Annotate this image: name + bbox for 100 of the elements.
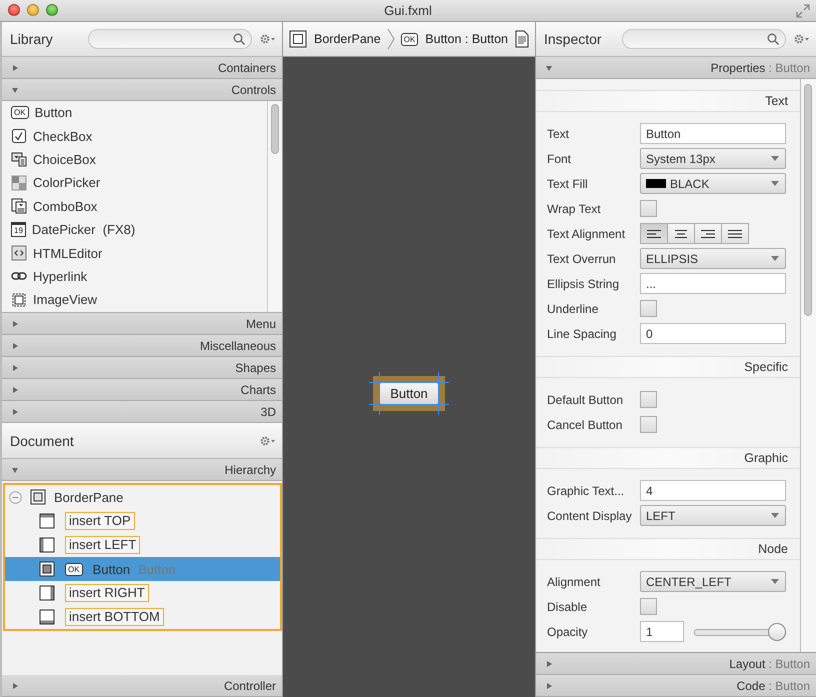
text-field[interactable]: 1 <box>640 621 684 642</box>
dropdown[interactable]: LEFT <box>640 505 786 526</box>
dropdown[interactable]: CENTER_LEFT <box>640 571 786 592</box>
tree-item[interactable]: insert LEFT <box>5 533 280 557</box>
checkbox[interactable] <box>640 598 657 615</box>
library-item[interactable]: ComboBox <box>2 194 267 218</box>
checkbox[interactable] <box>640 416 657 433</box>
group-title: Graphic <box>744 451 788 465</box>
text-field[interactable]: 0 <box>640 323 786 344</box>
library-item-label: ChoiceBox <box>33 152 96 167</box>
zoom-button[interactable] <box>46 4 58 16</box>
breadcrumb-item[interactable]: OK Button : Button <box>400 32 508 46</box>
library-item-label: ColorPicker <box>33 175 100 190</box>
scrollbar[interactable] <box>267 101 282 312</box>
inspector-section-header[interactable]: Properties : Button <box>536 57 816 79</box>
tree-item[interactable]: insert BOTTOM <box>5 605 280 629</box>
library-item[interactable]: 19 DatePicker (FX8) <box>2 218 267 242</box>
collapse-icon[interactable] <box>9 490 22 504</box>
alignment-button[interactable] <box>667 223 695 244</box>
text-field[interactable]: 4 <box>640 480 786 501</box>
document-section-header[interactable]: Controller <box>2 675 282 697</box>
choice-box-icon <box>11 151 27 168</box>
text-field[interactable]: Button <box>640 123 786 144</box>
dropdown[interactable]: System 13px <box>640 148 786 169</box>
section-label: Miscellaneous <box>200 338 276 352</box>
property-label: Text Fill <box>547 176 589 190</box>
breadcrumb-item[interactable]: BorderPane <box>289 30 381 48</box>
border-pane-region-icon <box>39 561 55 577</box>
inspector-title: Inspector <box>544 31 603 47</box>
align-center-icon <box>673 228 689 238</box>
color-swatch-icon <box>11 174 27 191</box>
section-label: Code : Button <box>736 678 810 692</box>
checkbox[interactable] <box>640 391 657 408</box>
group-title: Specific <box>744 360 788 374</box>
library-section-header[interactable]: Shapes <box>2 357 282 379</box>
library-section-header[interactable]: 3D <box>2 401 282 423</box>
inspector-search-field[interactable] <box>622 29 786 49</box>
slider-thumb[interactable] <box>768 622 786 640</box>
checkbox-icon <box>11 128 27 144</box>
insert-placeholder[interactable]: insert RIGHT <box>65 584 149 602</box>
library-section-header[interactable]: Charts <box>2 379 282 401</box>
section-label: Hierarchy <box>224 462 276 476</box>
document-section-header[interactable]: Hierarchy <box>2 459 282 481</box>
library-section-header[interactable]: Controls <box>2 79 282 101</box>
search-icon <box>233 33 245 45</box>
settings-icon[interactable] <box>260 34 276 44</box>
property-label: Text <box>547 126 570 140</box>
library-item[interactable]: CheckBox <box>2 124 267 148</box>
library-item[interactable]: Hyperlink <box>2 264 267 288</box>
library-section-header[interactable]: Menu <box>2 313 282 335</box>
canvas-button[interactable]: Button <box>379 382 439 404</box>
library-section-header[interactable]: Miscellaneous <box>2 335 282 357</box>
property-label: Text Overrun <box>547 252 617 266</box>
tree-item-label: Button <box>92 562 130 576</box>
library-item[interactable]: HTMLEditor <box>2 241 267 265</box>
library-item[interactable]: ChoiceBox <box>2 148 267 172</box>
library-item[interactable]: ImageView <box>2 288 267 312</box>
settings-icon[interactable] <box>260 436 276 446</box>
library-item-label: DatePicker (FX8) <box>32 222 136 238</box>
insert-placeholder[interactable]: insert LEFT <box>65 536 140 554</box>
library-item-label: CheckBox <box>33 128 92 144</box>
calendar-icon: 19 <box>11 222 26 238</box>
library-search-field[interactable] <box>88 29 252 49</box>
checkbox[interactable] <box>640 200 657 217</box>
library-item[interactable]: OK Button <box>2 101 267 124</box>
alignment-button[interactable] <box>721 223 749 244</box>
alignment-button[interactable] <box>694 223 722 244</box>
inspector-section-header[interactable]: Layout : Button <box>536 653 816 675</box>
library-title: Library <box>10 31 54 47</box>
insert-placeholder[interactable]: insert TOP <box>65 512 135 530</box>
tree-item[interactable]: insert RIGHT <box>5 581 280 605</box>
section-label: Controller <box>224 678 276 692</box>
minimize-button[interactable] <box>27 4 39 16</box>
inspector-section-header[interactable]: Code : Button <box>536 675 816 697</box>
dropdown[interactable]: ELLIPSIS <box>640 248 786 269</box>
chevron-icon <box>386 28 395 50</box>
slider[interactable] <box>694 622 786 640</box>
close-button[interactable] <box>8 4 20 16</box>
breadcrumb-label: BorderPane <box>314 32 381 46</box>
property-label: Cancel Button <box>547 418 624 432</box>
fullscreen-icon[interactable] <box>796 4 810 18</box>
color-dropdown[interactable]: BLACK <box>640 173 786 194</box>
tree-item[interactable]: BorderPane <box>5 485 280 509</box>
tree-item[interactable]: OK Button Button <box>5 557 280 581</box>
document-icon[interactable] <box>515 30 529 48</box>
library-section-header[interactable]: Containers <box>2 57 282 79</box>
checkbox[interactable] <box>640 300 657 317</box>
settings-icon[interactable] <box>794 34 810 44</box>
tree-item-type: Button <box>138 562 176 576</box>
section-label: Shapes <box>235 360 276 374</box>
alignment-button[interactable] <box>640 223 668 244</box>
text-field[interactable]: ... <box>640 273 786 294</box>
ok-badge-icon: OK <box>11 106 29 120</box>
tree-item[interactable]: insert TOP <box>5 509 280 533</box>
library-item[interactable]: ColorPicker <box>2 171 267 195</box>
code-tag-icon <box>11 245 27 262</box>
insert-placeholder[interactable]: insert BOTTOM <box>65 608 164 626</box>
property-label: Text Alignment <box>547 226 626 240</box>
property-label: Font <box>547 152 572 166</box>
align-left-icon <box>646 228 662 238</box>
